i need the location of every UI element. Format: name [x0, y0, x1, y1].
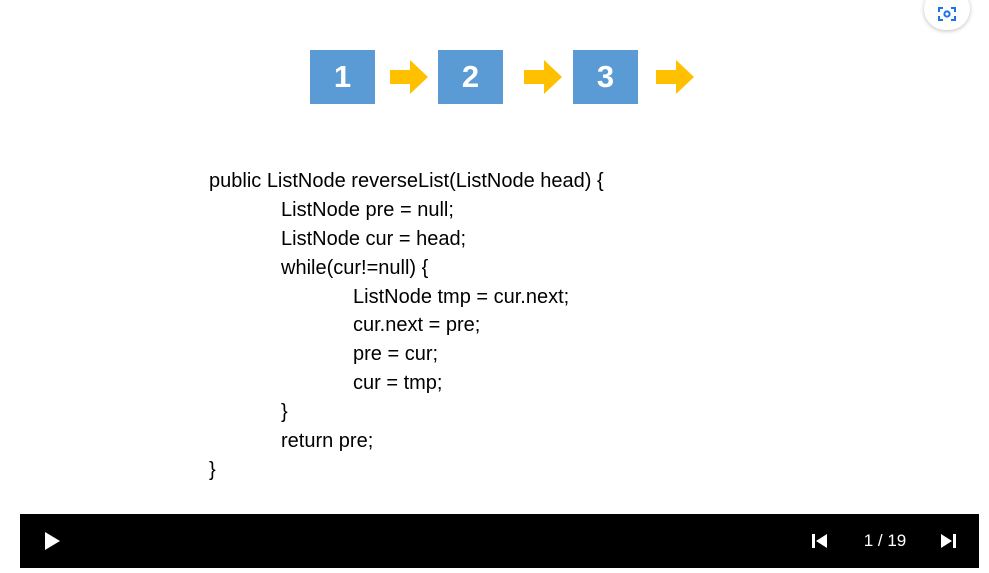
- page-counter: 1 / 19: [863, 531, 907, 550]
- arrow-icon: [656, 60, 696, 94]
- previous-slide-button[interactable]: [810, 532, 830, 550]
- code-line: ListNode pre = null;: [281, 198, 454, 221]
- arrow-icon: [390, 60, 430, 94]
- code-line: }: [209, 458, 216, 481]
- play-icon: [45, 532, 60, 550]
- code-line: cur.next = pre;: [353, 314, 481, 337]
- code-line: public ListNode reverseList(ListNode hea…: [209, 170, 604, 192]
- slide-viewer: 1 2 3 public ListNode reverseList(ListNo…: [0, 0, 989, 573]
- code-line: return pre;: [281, 430, 374, 453]
- code-line: pre = cur;: [353, 343, 439, 366]
- list-node-1: 1: [310, 50, 375, 104]
- skip-next-icon: [941, 534, 956, 548]
- next-slide-button[interactable]: [938, 532, 958, 550]
- list-node-2: 2: [438, 50, 503, 104]
- code-line: while(cur!=null) {: [281, 256, 429, 279]
- code-line: }: [281, 401, 288, 424]
- play-button[interactable]: [42, 531, 62, 551]
- list-node-3: 3: [573, 50, 638, 104]
- code-line: ListNode cur = head;: [281, 227, 467, 250]
- code-block: public ListNode reverseList(ListNode hea…: [209, 167, 604, 485]
- lens-search-icon: [938, 7, 956, 21]
- code-line: cur = tmp;: [353, 372, 443, 395]
- skip-previous-icon: [812, 534, 827, 548]
- lens-search-button[interactable]: [924, 0, 970, 30]
- presentation-control-bar: 1 / 19: [20, 514, 979, 568]
- arrow-icon: [524, 60, 564, 94]
- code-line: ListNode tmp = cur.next;: [353, 285, 570, 308]
